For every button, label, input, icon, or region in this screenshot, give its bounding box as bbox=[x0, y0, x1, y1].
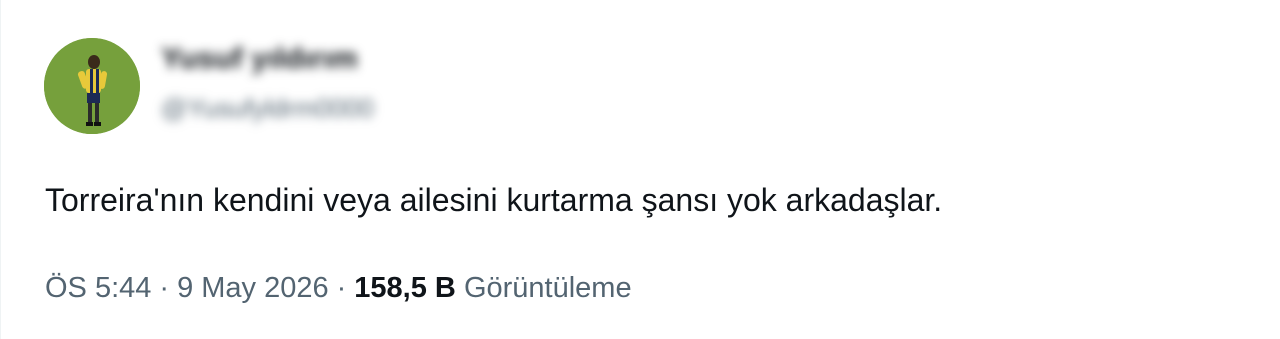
tweet-meta: ÖS 5:44 · 9 May 2026 · 158,5 B Görüntüleme bbox=[45, 270, 632, 306]
author-handle[interactable]: @Yusufyldrm0000 bbox=[161, 93, 374, 124]
tweet-text: Torreira'nın kendini veya ailesini kurta… bbox=[45, 182, 943, 218]
author-display-name[interactable]: Yusuf yıldırım bbox=[161, 42, 358, 76]
views-label[interactable]: Görüntüleme bbox=[464, 272, 632, 304]
views-count[interactable]: 158,5 B bbox=[354, 272, 456, 304]
tweet-card: Yusuf yıldırım @Yusufyldrm0000 Torreira'… bbox=[0, 0, 1280, 339]
avatar-person-icon bbox=[44, 38, 140, 134]
avatar[interactable] bbox=[44, 38, 140, 134]
tweet-time[interactable]: ÖS 5:44 bbox=[45, 272, 151, 304]
separator: · bbox=[336, 272, 347, 304]
separator: · bbox=[159, 272, 170, 304]
tweet-date[interactable]: 9 May 2026 bbox=[177, 272, 329, 304]
